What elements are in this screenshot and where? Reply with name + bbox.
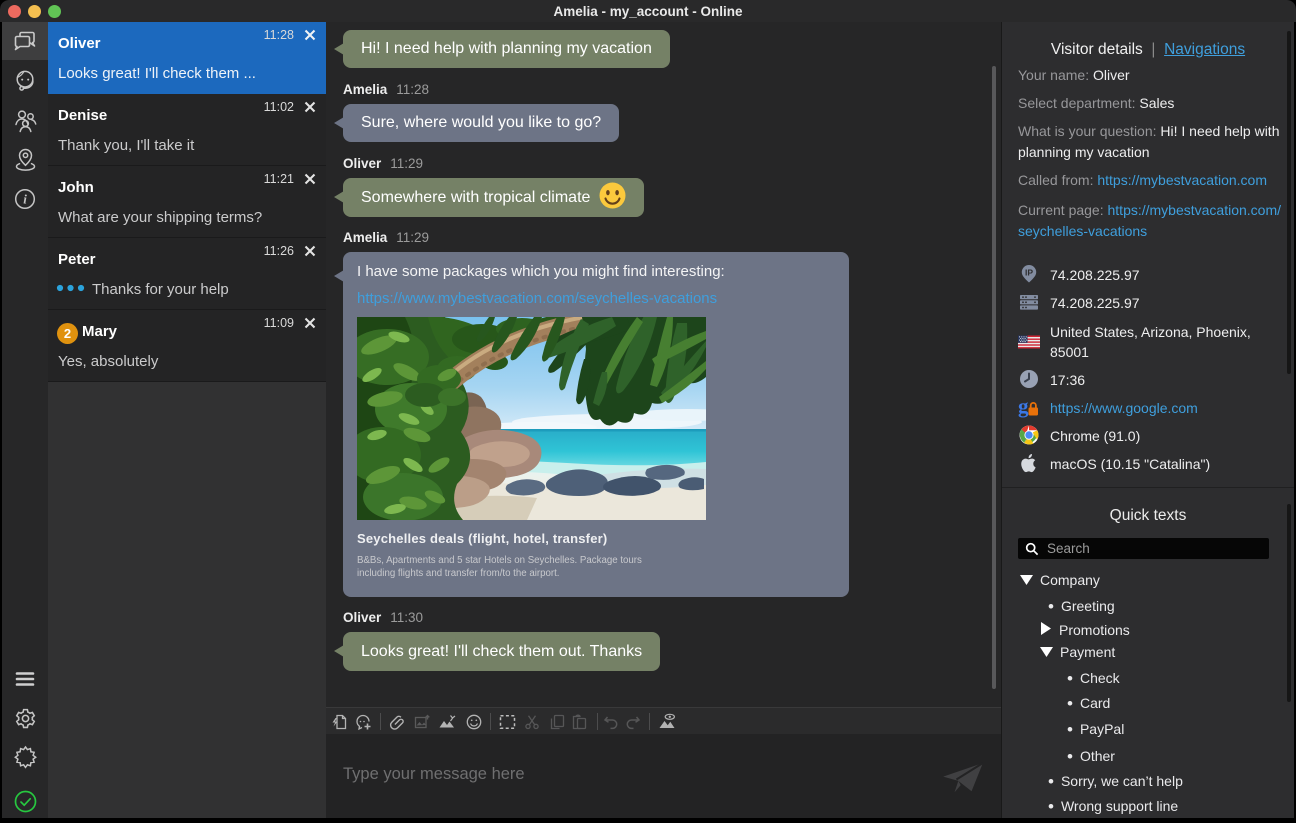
svg-text:IP: IP bbox=[1025, 268, 1033, 278]
svg-text:g: g bbox=[1018, 396, 1029, 418]
svg-text:i: i bbox=[23, 192, 27, 207]
